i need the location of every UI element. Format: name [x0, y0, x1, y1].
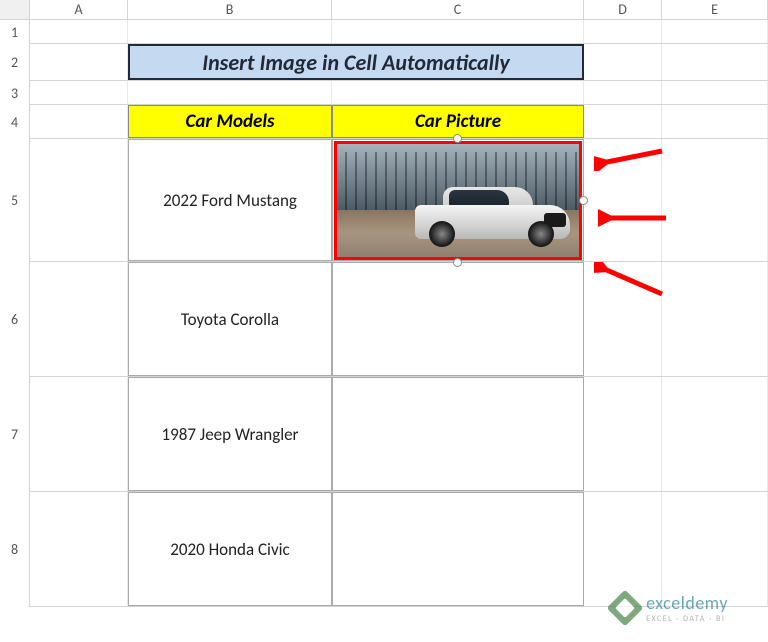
watermark-subtitle: EXCEL · DATA · BI	[646, 614, 728, 624]
cell-c3[interactable]	[332, 81, 584, 104]
cell-a5[interactable]	[30, 139, 128, 261]
car-image-mustang[interactable]	[334, 141, 582, 260]
row-header-7[interactable]: 7	[0, 377, 30, 492]
row-4: 4 Car Models Car Picture	[0, 105, 768, 139]
row-1: 1	[0, 20, 768, 44]
col-header-b[interactable]: B	[128, 0, 332, 19]
cell-e1[interactable]	[662, 20, 768, 43]
row-header-8[interactable]: 8	[0, 492, 30, 607]
cell-b3[interactable]	[128, 81, 332, 104]
selection-handle-top[interactable]	[453, 134, 462, 143]
row-3: 3	[0, 81, 768, 105]
row-header-5[interactable]: 5	[0, 139, 30, 262]
title-cell[interactable]: Insert Image in Cell Automatically	[128, 44, 584, 80]
cell-d8[interactable]	[584, 492, 662, 606]
row-header-6[interactable]: 6	[0, 262, 30, 377]
cell-c7[interactable]	[332, 377, 584, 491]
header-car-models[interactable]: Car Models	[128, 105, 332, 138]
cell-e3[interactable]	[662, 81, 768, 104]
row-8: 8 2020 Honda Civic	[0, 492, 768, 607]
column-headers-row: A B C D E	[0, 0, 768, 20]
col-header-a[interactable]: A	[30, 0, 128, 19]
annotation-arrow-middle	[598, 208, 670, 228]
row-header-2[interactable]: 2	[0, 44, 30, 81]
cell-e4[interactable]	[662, 105, 768, 138]
annotation-arrow-top	[594, 147, 666, 171]
annotation-arrow-bottom	[594, 262, 666, 298]
spreadsheet: A B C D E 1 2 Insert Image in Cell Autom…	[0, 0, 768, 642]
cell-a3[interactable]	[30, 81, 128, 104]
cell-c6[interactable]	[332, 262, 584, 376]
cell-e6[interactable]	[662, 262, 768, 376]
selection-handle-right[interactable]	[579, 196, 588, 205]
watermark-title: exceldemy	[646, 592, 728, 614]
cell-d1[interactable]	[584, 20, 662, 43]
cell-a2[interactable]	[30, 44, 128, 80]
cell-a1[interactable]	[30, 20, 128, 43]
cell-e5[interactable]	[662, 139, 768, 261]
cell-b6[interactable]: Toyota Corolla	[128, 262, 332, 376]
cell-a6[interactable]	[30, 262, 128, 376]
watermark: exceldemy EXCEL · DATA · BI	[612, 592, 728, 624]
cell-d2[interactable]	[584, 44, 662, 80]
cell-b1[interactable]	[128, 20, 332, 43]
cell-e2[interactable]	[662, 44, 768, 80]
cell-b7[interactable]: 1987 Jeep Wrangler	[128, 377, 332, 491]
cell-e8[interactable]	[662, 492, 768, 606]
row-header-1[interactable]: 1	[0, 20, 30, 44]
row-header-4[interactable]: 4	[0, 105, 30, 139]
row-2: 2 Insert Image in Cell Automatically	[0, 44, 768, 81]
col-header-c[interactable]: C	[332, 0, 584, 19]
cell-a7[interactable]	[30, 377, 128, 491]
cell-e7[interactable]	[662, 377, 768, 491]
col-header-e[interactable]: E	[662, 0, 768, 19]
image-car-body	[415, 187, 570, 243]
select-all-corner[interactable]	[0, 0, 30, 20]
watermark-icon	[607, 590, 644, 627]
col-header-d[interactable]: D	[584, 0, 662, 19]
cell-b8[interactable]: 2020 Honda Civic	[128, 492, 332, 606]
cell-a8[interactable]	[30, 492, 128, 606]
cell-d4[interactable]	[584, 105, 662, 138]
cell-d3[interactable]	[584, 81, 662, 104]
cell-c8[interactable]	[332, 492, 584, 606]
row-header-3[interactable]: 3	[0, 81, 30, 105]
cell-d7[interactable]	[584, 377, 662, 491]
selection-handle-bottom[interactable]	[453, 258, 462, 267]
cell-c1[interactable]	[332, 20, 584, 43]
cell-b5[interactable]: 2022 Ford Mustang	[128, 139, 332, 261]
row-7: 7 1987 Jeep Wrangler	[0, 377, 768, 492]
cell-a4[interactable]	[30, 105, 128, 138]
